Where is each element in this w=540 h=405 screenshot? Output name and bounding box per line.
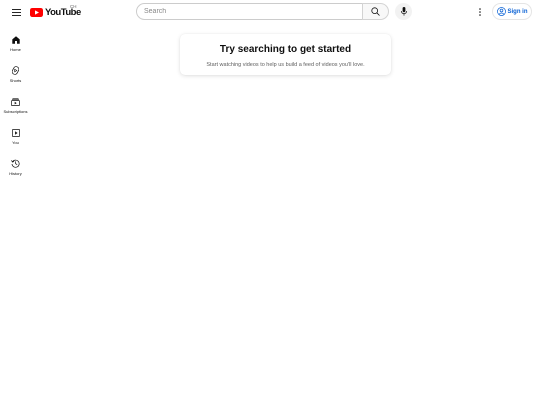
voice-search-button[interactable]: [395, 3, 412, 20]
country-code: CH: [70, 4, 77, 9]
search-input[interactable]: [144, 8, 363, 15]
sign-in-label: Sign in: [507, 8, 528, 15]
guide-menu-button[interactable]: [9, 5, 23, 19]
youtube-play-logo-icon: [30, 7, 43, 17]
sign-in-button[interactable]: Sign in: [492, 3, 532, 20]
promo-title: Try searching to get started: [219, 44, 352, 55]
more-vertical-icon: [479, 8, 481, 16]
history-icon: [11, 159, 20, 168]
shorts-icon: [12, 66, 19, 75]
sidebar-item-home[interactable]: Home: [0, 28, 31, 59]
sidebar-item-label: Home: [10, 46, 21, 52]
masthead: YouTube CH Sign in: [0, 0, 540, 24]
sidebar-item-subscriptions[interactable]: Subscriptions: [0, 90, 31, 121]
account-circle-icon: [496, 7, 506, 16]
sidebar-item-shorts[interactable]: Shorts: [0, 59, 31, 90]
hamburger-menu-icon: [11, 8, 21, 16]
sidebar-item-label: Shorts: [9, 78, 22, 83]
mini-guide-sidebar: Home Shorts Subscriptions You History: [0, 28, 31, 183]
sidebar-item-history[interactable]: History: [0, 152, 31, 183]
settings-more-button[interactable]: [474, 5, 486, 19]
subscriptions-icon: [11, 97, 20, 106]
search-button[interactable]: [362, 3, 389, 20]
search-box[interactable]: [136, 3, 363, 20]
microphone-icon: [400, 7, 407, 16]
home-icon: [11, 35, 20, 44]
sidebar-item-label: You: [12, 139, 19, 145]
search-icon: [371, 7, 380, 16]
you-icon: [11, 128, 20, 137]
sidebar-item-label: Subscriptions: [3, 108, 28, 114]
sidebar-item-label: History: [9, 171, 22, 176]
sidebar-item-you[interactable]: You: [0, 121, 31, 152]
empty-feed-promo-card: Try searching to get started Start watch…: [180, 34, 391, 75]
promo-subtitle: Start watching videos to help us build a…: [206, 62, 365, 68]
